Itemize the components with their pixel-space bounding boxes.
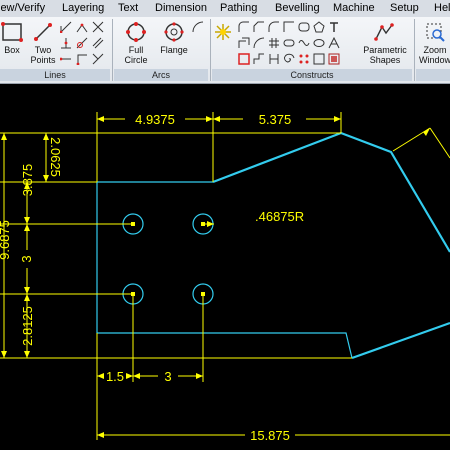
chamfer-icon[interactable] xyxy=(253,21,265,33)
rounded-rect-icon[interactable] xyxy=(298,21,310,33)
menu-help[interactable]: Hel xyxy=(434,2,450,14)
hole-centers xyxy=(131,222,205,296)
grid-hash-icon[interactable] xyxy=(268,37,280,49)
box-button[interactable]: Box xyxy=(0,21,24,55)
lines-group-label: Lines xyxy=(0,69,110,81)
arcs-group-label: Arcs xyxy=(114,69,208,81)
outline-icon[interactable] xyxy=(313,53,325,65)
line-two-points-icon xyxy=(34,23,52,41)
square-corner-icon[interactable] xyxy=(283,21,295,33)
dim-left-overall-group: 9.6875 xyxy=(0,220,12,260)
parametric-shapes-icon xyxy=(374,23,394,41)
spiral-icon[interactable] xyxy=(283,53,295,65)
outline-upper-right xyxy=(212,131,450,253)
full-circle-icon xyxy=(126,22,146,42)
round-corner-icon[interactable] xyxy=(268,21,280,33)
ribbon-separator xyxy=(210,19,211,81)
ribbon-toolbar: Box Two Points Lines Full Circle Flange … xyxy=(0,17,450,84)
text-t-icon[interactable] xyxy=(328,21,340,33)
menu-machine[interactable]: Machine xyxy=(333,2,375,14)
point-star-icon[interactable] xyxy=(214,23,232,41)
line-angle-icon[interactable] xyxy=(60,21,72,33)
dim-left-c-group: 3 xyxy=(19,255,34,262)
constructs-group: Parametric Shapes Constructs xyxy=(212,19,412,81)
dim-bottom-overall[interactable]: 15.875 xyxy=(250,428,290,443)
line-parallel-icon[interactable] xyxy=(92,37,104,49)
ellipse-icon[interactable] xyxy=(313,37,325,49)
zoom-window-icon xyxy=(426,23,445,42)
parametric-shapes-button[interactable]: Parametric Shapes xyxy=(360,21,410,65)
right-angle-dim-line xyxy=(429,127,450,159)
step-icon[interactable] xyxy=(253,53,265,65)
part-outline xyxy=(96,131,450,360)
dim-left-c[interactable]: 3 xyxy=(19,255,34,262)
bottom-extension-lines xyxy=(96,294,204,440)
dim-left-d-group: 2.8125 xyxy=(20,306,35,346)
menu-bar: iew/Verify Layering Text Dimension Pathi… xyxy=(0,0,450,18)
lines-group: Box Two Points Lines xyxy=(0,19,110,81)
line-diagonal-icon[interactable] xyxy=(92,21,104,33)
menu-pathing[interactable]: Pathing xyxy=(220,2,257,14)
outline-lower-right xyxy=(351,321,450,360)
full-circle-button[interactable]: Full Circle xyxy=(118,21,154,65)
hole-pattern-icon[interactable] xyxy=(298,53,310,65)
menu-dimension[interactable]: Dimension xyxy=(155,2,207,14)
line-perp-icon[interactable] xyxy=(60,37,72,49)
menu-view-verify[interactable]: iew/Verify xyxy=(0,2,45,14)
dimension-arrows xyxy=(1,116,430,438)
two-points-button[interactable]: Two Points xyxy=(28,21,58,65)
dim-left-b[interactable]: 3.875 xyxy=(20,164,35,197)
line-tools xyxy=(60,21,108,67)
dim-bottom-a[interactable]: 1.5 xyxy=(106,369,124,384)
dimension-lines xyxy=(0,112,450,440)
corner-link-icon[interactable] xyxy=(238,37,250,49)
dim-top-right[interactable]: 5.375 xyxy=(259,112,292,127)
line-vertex-icon[interactable] xyxy=(76,21,88,33)
holes xyxy=(122,213,214,305)
line-tangent-icon[interactable] xyxy=(76,37,88,49)
dim-top-left[interactable]: 4.9375 xyxy=(135,112,175,127)
wave-icon[interactable] xyxy=(298,37,310,49)
view-group-label xyxy=(416,69,450,81)
ribbon-separator xyxy=(414,19,415,81)
constructs-group-label: Constructs xyxy=(212,69,412,81)
delete-square-icon[interactable] xyxy=(238,53,250,65)
line-offset-icon[interactable] xyxy=(76,53,88,65)
drawing-canvas[interactable]: 4.9375 5.375 .46875R 1.5 3 15.875 2.0625… xyxy=(0,84,450,450)
menu-text[interactable]: Text xyxy=(118,2,138,14)
arc-link-icon[interactable] xyxy=(253,37,265,49)
flange-icon xyxy=(164,22,184,42)
fillet-icon[interactable] xyxy=(238,21,250,33)
dim-bottom-b[interactable]: 3 xyxy=(164,369,171,384)
line-horizontal-icon[interactable] xyxy=(60,53,72,65)
zoom-window-button[interactable]: Zoom Window xyxy=(418,21,450,65)
text-a-icon[interactable] xyxy=(328,37,340,49)
construct-tools xyxy=(238,21,356,69)
arcs-group: Full Circle Flange Arcs xyxy=(114,19,208,81)
arc-icon[interactable] xyxy=(192,21,204,33)
ribbon-separator xyxy=(112,19,113,81)
mirror-icon[interactable] xyxy=(268,53,280,65)
dim-left-d[interactable]: 2.8125 xyxy=(20,306,35,346)
dim-left-b-group: 3.875 xyxy=(20,164,35,197)
pentagon-icon[interactable] xyxy=(313,21,325,33)
menu-layering[interactable]: Layering xyxy=(62,2,104,14)
stop-square-icon[interactable] xyxy=(328,53,340,65)
dim-left-a[interactable]: 2.0625 xyxy=(48,137,63,177)
view-group: Zoom Window xyxy=(416,19,450,81)
dim-left-overall[interactable]: 9.6875 xyxy=(0,220,12,260)
box-icon xyxy=(1,22,23,42)
menu-setup[interactable]: Setup xyxy=(390,2,419,14)
dim-radius[interactable]: .46875R xyxy=(255,209,304,224)
line-bisect-icon[interactable] xyxy=(92,53,104,65)
flange-button[interactable]: Flange xyxy=(158,21,190,55)
menu-bevelling[interactable]: Bevelling xyxy=(275,2,320,14)
dim-left-a-group: 2.0625 xyxy=(48,137,63,177)
outline-lower-left xyxy=(96,182,353,359)
slot-icon[interactable] xyxy=(283,37,295,49)
arc-tools xyxy=(192,21,206,67)
